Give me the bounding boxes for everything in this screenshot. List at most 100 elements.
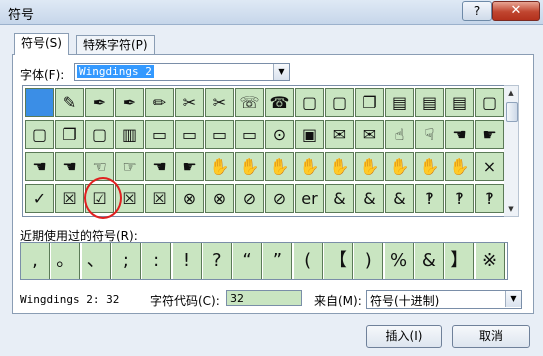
symbol-cell[interactable]: ⊗ <box>175 184 204 213</box>
symbol-cell[interactable]: ✋ <box>295 152 324 181</box>
symbol-cell[interactable]: ▭ <box>235 120 264 149</box>
font-code-status: Wingdings 2: 32 <box>20 293 120 306</box>
symbol-cell[interactable]: ☒ <box>145 184 174 213</box>
symbol-cell[interactable]: ✋ <box>265 152 294 181</box>
symbol-cell[interactable]: ☚ <box>25 152 54 181</box>
window-title: 符号 <box>8 8 35 23</box>
symbol-cell[interactable]: ✋ <box>415 152 444 181</box>
help-button[interactable]: ? <box>462 1 492 21</box>
symbol-cell[interactable]: ✋ <box>325 152 354 181</box>
symbol-cell[interactable]: ▢ <box>325 88 354 117</box>
recent-symbol[interactable]: 。 <box>51 243 81 279</box>
symbol-cell[interactable]: ▥ <box>115 120 144 149</box>
recent-symbol[interactable]: : <box>142 243 172 279</box>
recent-symbol[interactable]: ; <box>111 243 141 279</box>
recent-symbol[interactable]: ” <box>263 243 293 279</box>
from-label: 来自(M): <box>314 294 362 308</box>
recent-symbol[interactable]: ! <box>172 243 202 279</box>
recent-symbol[interactable]: 、 <box>81 243 111 279</box>
symbol-cell[interactable]: ⊘ <box>235 184 264 213</box>
symbol-cell[interactable]: ☒ <box>55 184 84 213</box>
symbol-cell[interactable]: ☛ <box>175 152 204 181</box>
symbol-cell[interactable]: ▢ <box>25 120 54 149</box>
from-select[interactable]: 符号(十进制) ▼ <box>366 290 522 309</box>
symbol-cell[interactable]: ✋ <box>445 152 474 181</box>
symbol-cell[interactable]: ▢ <box>85 120 114 149</box>
symbol-cell[interactable]: ‽ <box>415 184 444 213</box>
symbol-cell[interactable]: ☚ <box>445 120 474 149</box>
insert-button[interactable]: 插入(I) <box>366 325 442 348</box>
symbol-cell[interactable]: ‽ <box>475 184 504 213</box>
symbol-cell[interactable]: ⊗ <box>205 184 234 213</box>
font-value: Wingdings 2 <box>77 65 154 78</box>
symbol-cell[interactable]: ✋ <box>235 152 264 181</box>
symbol-cell[interactable]: ☎ <box>265 88 294 117</box>
recent-symbol[interactable]: ( <box>293 243 323 279</box>
symbol-cell[interactable]: ☞ <box>115 152 144 181</box>
recent-symbol[interactable]: “ <box>233 243 263 279</box>
recent-symbol[interactable]: ? <box>202 243 232 279</box>
symbol-cell[interactable]: ✓ <box>25 184 54 213</box>
symbol-cell[interactable]: ✋ <box>205 152 234 181</box>
symbol-cell[interactable]: ‽ <box>445 184 474 213</box>
recent-symbols-row: ,。、;:!? “”(【)% &】 ※ <box>20 242 508 280</box>
char-code-label: 字符代码(C): <box>150 294 220 308</box>
symbol-cell[interactable]: ▤ <box>385 88 414 117</box>
symbol-cell[interactable]: ☚ <box>55 152 84 181</box>
recent-symbol[interactable]: % <box>384 243 414 279</box>
symbol-cell[interactable]: & <box>385 184 414 213</box>
title-bar: 符号 ? ✕ <box>0 0 543 25</box>
symbol-cell[interactable]: ✒ <box>115 88 144 117</box>
symbol-cell[interactable]: ✋ <box>385 152 414 181</box>
char-code-input[interactable]: 32 <box>226 290 302 306</box>
symbol-cell[interactable]: ✉ <box>325 120 354 149</box>
chevron-down-icon[interactable]: ▼ <box>505 291 521 307</box>
symbol-cell[interactable]: ▭ <box>205 120 234 149</box>
symbol-cell[interactable]: ✒ <box>85 88 114 117</box>
font-select[interactable]: Wingdings 2 ▼ <box>74 63 290 81</box>
grid-scrollbar[interactable]: ▲ ▼ <box>504 85 519 217</box>
symbol-cell[interactable]: ✎ <box>55 88 84 117</box>
recent-symbol[interactable]: 】 <box>445 243 475 279</box>
symbol-cell[interactable]: ✋ <box>355 152 384 181</box>
chevron-down-icon[interactable]: ▼ <box>273 64 289 80</box>
symbol-cell[interactable]: & <box>355 184 384 213</box>
symbol-cell[interactable]: ▣ <box>295 120 324 149</box>
symbol-cell[interactable]: er <box>295 184 324 213</box>
symbol-cell[interactable]: ❐ <box>55 120 84 149</box>
recent-symbol[interactable]: , <box>21 243 50 279</box>
symbol-cell[interactable]: ☛ <box>475 120 504 149</box>
scroll-thumb[interactable] <box>506 102 518 122</box>
scroll-down-icon[interactable]: ▼ <box>504 202 518 216</box>
tab-symbols[interactable]: 符号(S) <box>14 33 69 55</box>
symbol-cell[interactable]: ▢ <box>295 88 324 117</box>
symbol-cell[interactable]: ▭ <box>145 120 174 149</box>
scroll-up-icon[interactable]: ▲ <box>504 86 518 100</box>
symbol-cell[interactable]: ☝ <box>385 120 414 149</box>
cancel-button[interactable]: 取消 <box>452 325 530 348</box>
symbol-cell[interactable] <box>25 88 54 117</box>
symbol-cell[interactable]: ⊘ <box>265 184 294 213</box>
symbol-cell[interactable]: ▤ <box>445 88 474 117</box>
font-label: 字体(F): <box>20 68 65 82</box>
recent-symbol[interactable]: 【 <box>324 243 353 279</box>
close-button[interactable]: ✕ <box>492 1 540 21</box>
symbol-cell[interactable]: & <box>325 184 354 213</box>
symbol-cell[interactable]: ✉ <box>355 120 384 149</box>
symbol-cell[interactable]: ▢ <box>475 88 504 117</box>
symbol-cell[interactable]: ✏ <box>145 88 174 117</box>
symbol-cell[interactable]: ▤ <box>415 88 444 117</box>
recent-symbol[interactable]: ※ <box>475 243 505 279</box>
tab-special-characters[interactable]: 特殊字符(P) <box>76 35 155 55</box>
recent-symbol[interactable]: & <box>414 243 444 279</box>
symbol-cell[interactable]: ✂ <box>205 88 234 117</box>
recent-symbol[interactable]: ) <box>354 243 384 279</box>
symbol-cell[interactable]: × <box>475 152 504 181</box>
symbol-cell[interactable]: ☟ <box>415 120 444 149</box>
symbol-cell[interactable]: ☏ <box>235 88 264 117</box>
symbol-cell[interactable]: ⊙ <box>265 120 294 149</box>
symbol-cell[interactable]: ✂ <box>175 88 204 117</box>
symbol-cell[interactable]: ❐ <box>355 88 384 117</box>
symbol-cell[interactable]: ☚ <box>145 152 174 181</box>
symbol-cell[interactable]: ▭ <box>175 120 204 149</box>
